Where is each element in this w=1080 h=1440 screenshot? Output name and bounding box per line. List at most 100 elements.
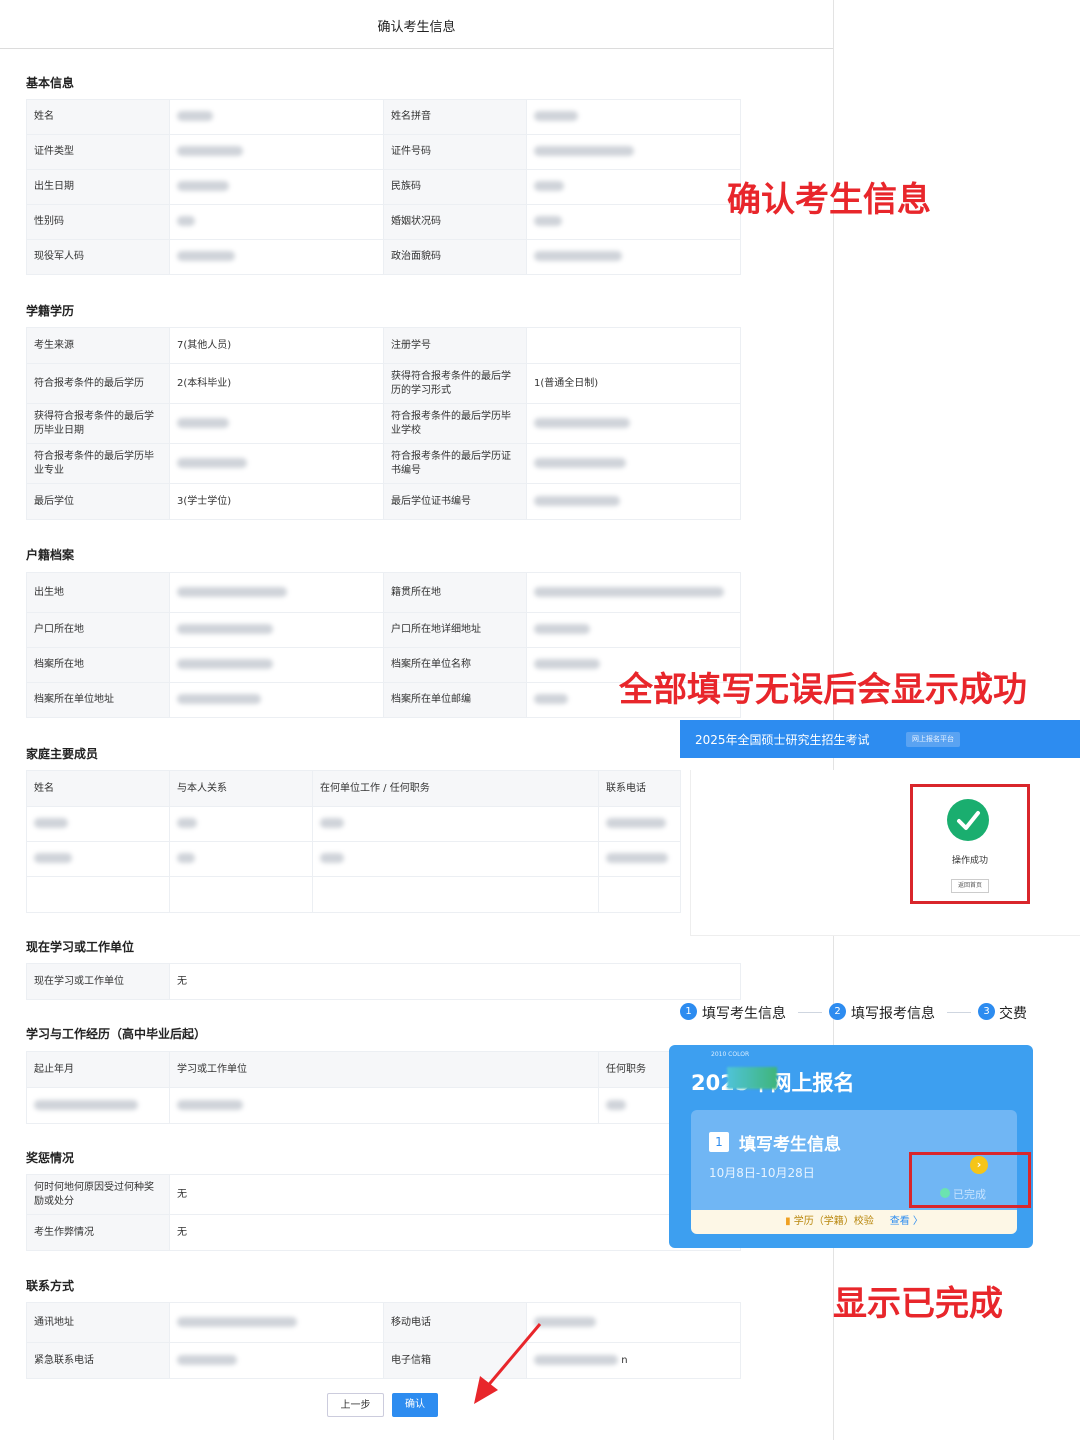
step-1-number: 1 <box>680 1003 697 1020</box>
field-value-redacted <box>169 443 384 484</box>
prev-step-button[interactable]: 上一步 <box>327 1393 384 1417</box>
field-value <box>526 327 741 364</box>
field-value-redacted <box>526 204 741 240</box>
cell-empty <box>312 876 599 913</box>
field-value-redacted <box>526 483 741 520</box>
table-row: 获得符合报考条件的最后学历毕业日期 符合报考条件的最后学历毕业学校 <box>26 403 741 444</box>
step-connector <box>798 1012 822 1013</box>
field-label: 现在学习或工作单位 <box>26 963 170 1000</box>
section-title-current-unit: 现在学习或工作单位 <box>26 940 135 954</box>
cell-redacted <box>598 841 681 877</box>
success-check-icon <box>947 799 989 841</box>
step-number-badge: 1 <box>709 1132 729 1152</box>
field-value-redacted <box>169 1302 384 1343</box>
column-header: 学习或工作单位 <box>169 1051 599 1088</box>
education-table: 考生来源 7(其他人员) 注册学号 符合报考条件的最后学历 2(本科毕业) 获得… <box>26 327 741 520</box>
field-value-redacted <box>169 572 384 613</box>
redaction-overlay <box>727 1067 777 1089</box>
field-label: 证件类型 <box>26 134 170 170</box>
field-value-redacted <box>169 204 384 240</box>
cell-redacted <box>26 841 170 877</box>
contact-table: 通讯地址 移动电话 紧急联系电话 电子信箱 n <box>26 1302 741 1379</box>
annotation-completed-note: 显示已完成 <box>833 1284 1003 1324</box>
section-title-contact: 联系方式 <box>26 1279 75 1293</box>
field-label: 符合报考条件的最后学历毕业学校 <box>383 403 527 444</box>
success-highlight-box: 操作成功 返回首页 <box>910 784 1030 904</box>
rewards-table: 何时何地何原因受过何种奖励或处分 无 考生作弊情况 无 <box>26 1174 741 1251</box>
verification-text: 学历（学籍）校验 <box>793 1216 874 1227</box>
field-value: 2(本科毕业) <box>169 363 384 404</box>
form-header: 确认考生信息 <box>0 0 833 49</box>
column-header: 起止年月 <box>26 1051 170 1088</box>
field-value-redacted <box>526 239 741 275</box>
cell-empty <box>598 876 681 913</box>
field-value-redacted: n <box>526 1342 741 1379</box>
field-value: 无 <box>169 1174 741 1215</box>
step-3-number: 3 <box>978 1003 995 1020</box>
table-row <box>26 841 681 877</box>
table-row: 符合报考条件的最后学历毕业专业 符合报考条件的最后学历证书编号 <box>26 443 741 484</box>
field-label: 证件号码 <box>383 134 527 170</box>
family-table: 姓名 与本人关系 在何单位工作 / 任何职务 联系电话 <box>26 770 681 913</box>
field-value: 无 <box>169 1214 741 1251</box>
step-3-label: 交费 <box>999 1006 1027 1022</box>
field-label: 紧急联系电话 <box>26 1342 170 1379</box>
field-label: 档案所在单位名称 <box>383 647 527 683</box>
field-label: 考生作弊情况 <box>26 1214 170 1251</box>
table-row: 考生来源 7(其他人员) 注册学号 <box>26 327 741 364</box>
table-row <box>26 876 681 913</box>
field-value-redacted <box>169 647 384 683</box>
table-row: 户口所在地 户口所在地详细地址 <box>26 612 741 648</box>
table-row: 姓名 姓名拼音 <box>26 99 741 135</box>
back-home-button[interactable]: 返回首页 <box>951 879 989 893</box>
exam-title: 2025年全国硕士研究生招生考试 <box>695 733 870 747</box>
field-label: 籍贯所在地 <box>383 572 527 613</box>
table-row: 最后学位 3(学士学位) 最后学位证书编号 <box>26 483 741 520</box>
step-2-number: 2 <box>829 1003 846 1020</box>
table-row <box>26 1087 741 1124</box>
column-header: 在何单位工作 / 任何职务 <box>312 770 599 807</box>
cell-redacted <box>169 806 313 842</box>
step-card-title: 填写考生信息 <box>739 1135 841 1155</box>
table-row: 何时何地何原因受过何种奖励或处分 无 <box>26 1174 741 1215</box>
red-arrow-icon <box>474 1323 542 1404</box>
section-title-basic: 基本信息 <box>26 76 75 90</box>
current-unit-table: 现在学习或工作单位 无 <box>26 963 741 1000</box>
view-link[interactable]: 查看 〉 <box>890 1216 923 1227</box>
field-label: 现役军人码 <box>26 239 170 275</box>
field-value-redacted <box>169 403 384 444</box>
table-row: 出生日期 民族码 <box>26 169 741 205</box>
field-label: 婚姻状况码 <box>383 204 527 240</box>
field-value-redacted <box>169 99 384 135</box>
cell-redacted <box>26 1087 170 1124</box>
annotation-confirm-info: 确认考生信息 <box>727 180 931 220</box>
field-value-redacted <box>169 612 384 648</box>
field-value-redacted <box>526 572 741 613</box>
verification-bar: ▮ 学历（学籍）校验 查看 〉 <box>691 1210 1017 1234</box>
section-title-household: 户籍档案 <box>26 548 75 562</box>
field-value-redacted <box>169 169 384 205</box>
field-value-redacted <box>169 134 384 170</box>
cell-redacted <box>312 806 599 842</box>
step-connector <box>947 1012 971 1013</box>
confirm-button[interactable]: 确认 <box>392 1393 438 1417</box>
field-label: 出生日期 <box>26 169 170 205</box>
field-label: 档案所在地 <box>26 647 170 683</box>
platform-chip: 网上报名平台 <box>906 732 960 747</box>
table-row: 证件类型 证件号码 <box>26 134 741 170</box>
table-header-row: 姓名 与本人关系 在何单位工作 / 任何职务 联系电话 <box>26 770 681 807</box>
column-header: 联系电话 <box>598 770 681 807</box>
field-label: 考生来源 <box>26 327 170 364</box>
field-value: 1(普通全日制) <box>526 363 741 404</box>
field-label: 最后学位 <box>26 483 170 520</box>
cell-empty <box>26 876 170 913</box>
history-table: 起止年月 学习或工作单位 任何职务 <box>26 1051 741 1124</box>
field-label: 符合报考条件的最后学历 <box>26 363 170 404</box>
field-label: 获得符合报考条件的最后学历的学习形式 <box>383 363 527 404</box>
success-header-bar: 2025年全国硕士研究生招生考试 网上报名平台 <box>680 720 1080 758</box>
cell-redacted <box>598 806 681 842</box>
field-label: 姓名拼音 <box>383 99 527 135</box>
basic-info-table: 姓名 姓名拼音 证件类型 证件号码 出生日期 民族码 性别码 婚姻状况码 现役军… <box>26 99 741 275</box>
table-header-row: 起止年月 学习或工作单位 任何职务 <box>26 1051 741 1088</box>
page-title: 确认考生信息 <box>377 20 456 35</box>
